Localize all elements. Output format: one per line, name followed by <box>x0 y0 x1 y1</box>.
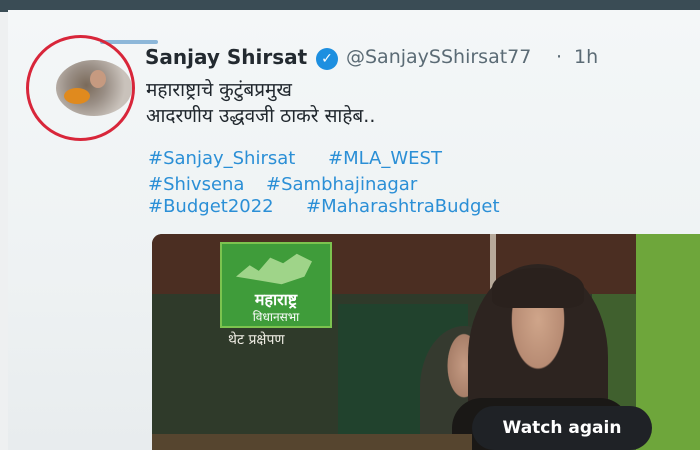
author-name[interactable]: Sanjay Shirsat <box>145 45 307 69</box>
face <box>90 70 106 88</box>
hashtag-link[interactable]: #MLA_WEST <box>328 148 442 169</box>
hashtag-link[interactable]: #Budget2022 <box>148 196 274 217</box>
hashtag-link[interactable]: #MaharashtraBudget <box>306 196 500 217</box>
author-handle[interactable]: @SanjaySShirsat77 <box>346 46 531 68</box>
video-bottom-edge <box>152 434 472 450</box>
assembly-logo: महाराष्ट्र विधानसभा <box>220 242 332 328</box>
avatar[interactable] <box>56 60 132 116</box>
post-time[interactable]: 1h <box>574 46 598 68</box>
logo-text-line-2: विधानसभा <box>252 310 300 324</box>
logo-text-line-1: महाराष्ट्र <box>254 290 298 309</box>
map-graphic <box>236 253 312 285</box>
hashtag-link[interactable]: #Sambhajinagar <box>266 174 417 195</box>
hashtag-link[interactable]: #Sanjay_Shirsat <box>148 148 295 169</box>
live-broadcast-label: थेट प्रक्षेपण <box>228 332 285 348</box>
tweet-text-line-2: आदरणीय उद्धवजी ठाकरे साहेब.. <box>146 105 376 127</box>
garland <box>64 88 90 104</box>
speaker-hair <box>492 268 584 308</box>
separator-dot: · <box>556 46 563 68</box>
hashtag-link[interactable]: #Shivsena <box>148 174 244 195</box>
watch-again-button[interactable]: Watch again <box>472 406 652 450</box>
verified-badge-icon: ✓ <box>316 48 338 70</box>
tweet-text-line-1: महाराष्ट्राचे कुटुंबप्रमुख <box>146 79 292 101</box>
